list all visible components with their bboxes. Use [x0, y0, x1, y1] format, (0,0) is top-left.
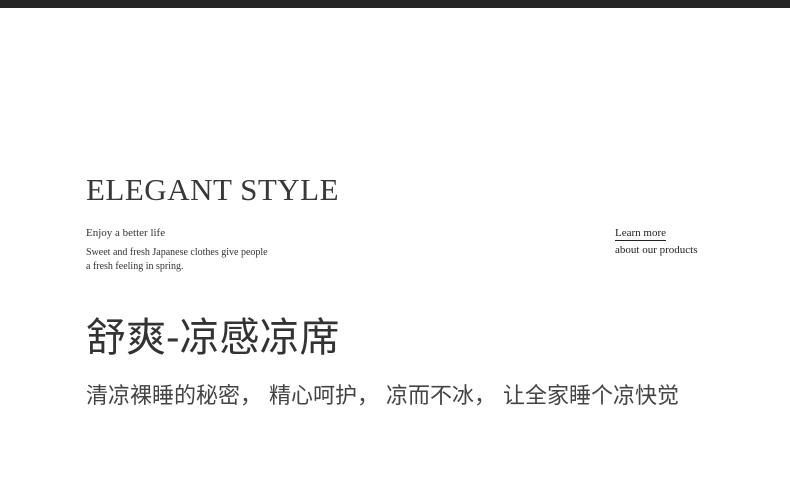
page: ELEGANT STYLE Enjoy a better life Sweet … [0, 0, 790, 488]
top-bar [0, 0, 790, 8]
learn-more-subtext: about our products [615, 244, 698, 256]
hero-title: ELEGANT STYLE [86, 172, 340, 207]
hero-description-line: Sweet and fresh Japanese clothes give pe… [86, 247, 268, 258]
learn-more-block: Learn more about our products [615, 226, 697, 258]
hero-tagline: Enjoy a better life [86, 227, 166, 239]
hero-description-line: a fresh feeling in spring. [86, 261, 184, 272]
learn-more-link[interactable]: Learn more [615, 227, 666, 241]
product-subheading: 清凉裸睡的秘密， 精心呵护， 凉而不冰， 让全家睡个凉快觉 [86, 384, 679, 409]
hero-description: Sweet and fresh Japanese clothes give pe… [86, 246, 306, 274]
product-heading: 舒爽-凉感凉席 [86, 315, 340, 361]
